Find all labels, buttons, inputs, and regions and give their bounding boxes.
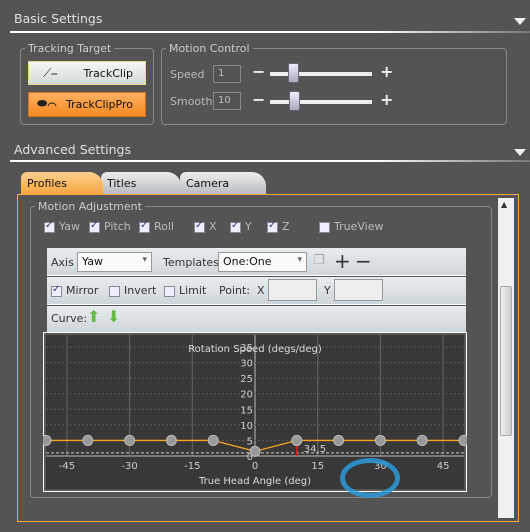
motion-control-group: Motion Control <box>161 42 507 125</box>
y-tick-label: 30 <box>240 359 253 370</box>
tab-camera[interactable]: Camera <box>180 172 266 194</box>
smooth-slider-thumb[interactable] <box>289 91 300 111</box>
smooth-slider[interactable] <box>270 100 372 104</box>
x-tick-label: 45 <box>437 461 450 472</box>
data-point <box>249 445 261 457</box>
y-tick-label: 25 <box>240 374 253 385</box>
y-tick-label: 20 <box>240 390 253 401</box>
smooth-minus-button[interactable]: − <box>252 90 265 109</box>
data-point <box>82 434 94 446</box>
smooth-label: Smooth <box>170 95 213 108</box>
motion-control-legend: Motion Control <box>169 42 250 55</box>
trackclippro-label: TrackClipPro <box>65 98 133 111</box>
marker-label: 34.5 <box>304 444 326 455</box>
basic-settings-title: Basic Settings <box>14 11 103 26</box>
curve-up-icon[interactable]: ⬆ <box>87 307 100 326</box>
roll-checkbox[interactable]: Roll <box>139 220 174 233</box>
trackclippro-button[interactable]: ⬬⌒ TrackClipPro <box>28 92 146 117</box>
templates-select[interactable]: One:One <box>218 252 307 272</box>
curve-label: Curve: <box>51 312 88 325</box>
point-y-label: Y <box>324 284 331 297</box>
data-point <box>291 434 303 446</box>
trueview-checkbox[interactable]: TrueView <box>319 220 383 233</box>
tab-profiles[interactable]: Profiles <box>21 172 103 194</box>
x-tick-label: -30 <box>121 461 137 472</box>
y-tick-label: 15 <box>240 405 253 416</box>
trackclippro-device-icon: ⬬⌒ <box>37 96 57 110</box>
add-template-icon[interactable]: + <box>334 249 351 273</box>
speed-minus-button[interactable]: − <box>252 62 265 81</box>
advanced-settings-title: Advanced Settings <box>14 142 131 157</box>
speed-input[interactable]: 1 <box>213 65 241 83</box>
point-x-spinner[interactable] <box>268 279 317 301</box>
invert-checkbox[interactable]: Invert <box>109 284 156 297</box>
y-tick-label: 5 <box>247 436 253 447</box>
collapse-basic-icon[interactable] <box>514 18 526 25</box>
data-point <box>165 434 177 446</box>
x-tick-label: -45 <box>59 461 75 472</box>
yaw-checkbox[interactable]: Yaw <box>44 220 80 233</box>
options-toolbar: Mirror Invert Limit Point: X Y <box>47 277 466 305</box>
x-tick-label: 15 <box>311 461 324 472</box>
speed-slider[interactable] <box>270 72 372 76</box>
data-point <box>416 434 428 446</box>
motion-adjustment-legend: Motion Adjustment <box>38 200 142 213</box>
rotation-speed-chart[interactable]: -45 -30 -15 0 15 30 4505101520253035Rotation S… <box>43 332 467 492</box>
divider <box>10 31 530 33</box>
y-tick-label: 10 <box>240 421 253 432</box>
scrollbar-thumb[interactable] <box>500 286 512 436</box>
scrollbar[interactable]: ▲ <box>498 198 514 518</box>
copy-template-icon[interactable]: ❐ <box>313 253 325 268</box>
trackclip-device-icon: ⟋⎯ <box>43 66 58 80</box>
axis-label: Axis <box>51 256 74 269</box>
point-label: Point: <box>219 284 251 297</box>
point-y-spinner[interactable] <box>334 279 383 301</box>
data-point <box>43 434 52 446</box>
trackclip-label: TrackClip <box>83 66 133 80</box>
axis-select[interactable]: Yaw <box>77 252 152 272</box>
point-x-label: X <box>257 284 265 297</box>
smooth-plus-button[interactable]: + <box>380 90 393 109</box>
speed-slider-thumb[interactable] <box>288 63 299 83</box>
curve-down-icon[interactable]: ⬇ <box>107 307 120 326</box>
data-point <box>333 434 345 446</box>
pitch-checkbox[interactable]: Pitch <box>89 220 131 233</box>
z-checkbox[interactable]: Z <box>267 220 290 233</box>
trackclip-button[interactable]: ⟋⎯ TrackClip <box>28 61 146 85</box>
watermark-logo <box>340 458 400 498</box>
data-point <box>124 434 136 446</box>
scroll-up-icon[interactable]: ▲ <box>501 200 507 209</box>
speed-plus-button[interactable]: + <box>380 62 393 81</box>
mirror-checkbox[interactable]: Mirror <box>51 284 98 297</box>
collapse-advanced-icon[interactable] <box>514 149 526 156</box>
data-point <box>458 434 467 446</box>
remove-template-icon[interactable]: − <box>355 249 372 273</box>
templates-label: Templates <box>163 256 219 269</box>
data-point <box>207 434 219 446</box>
x-tick-label: -15 <box>184 461 200 472</box>
curve-toolbar: Curve: ⬆ ⬇ <box>47 306 466 332</box>
limit-checkbox[interactable]: Limit <box>164 284 206 297</box>
x-checkbox[interactable]: X <box>194 220 217 233</box>
x-axis-label: True Head Angle (deg) <box>198 476 311 487</box>
speed-label: Speed <box>170 68 205 81</box>
tab-titles[interactable]: Titles <box>101 172 181 194</box>
chart-title: Rotation Speed (degs/deg) <box>188 344 322 355</box>
y-checkbox[interactable]: Y <box>230 220 252 233</box>
divider <box>10 160 530 162</box>
tracking-target-legend: Tracking Target <box>28 42 112 55</box>
axis-toolbar: Axis Yaw Templates One:One ❐ + − <box>47 248 466 276</box>
data-point <box>374 434 386 446</box>
smooth-input[interactable]: 10 <box>213 92 241 110</box>
